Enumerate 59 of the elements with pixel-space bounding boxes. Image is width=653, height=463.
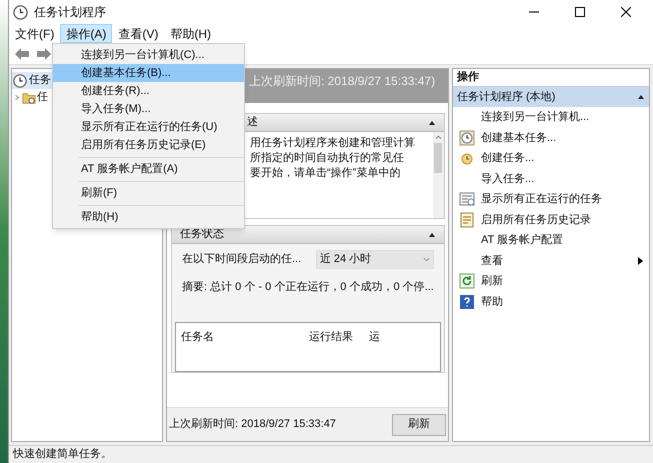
- refresh-button[interactable]: 刷新: [392, 414, 446, 436]
- dropdown-item[interactable]: 刷新(F): [53, 184, 244, 202]
- last-refresh-text: 上次刷新时间: 2018/9/27 15:33:47: [169, 416, 336, 432]
- collapse-icon: [637, 93, 645, 101]
- scrollbar[interactable]: [432, 132, 444, 218]
- action-item[interactable]: 查看: [453, 250, 649, 271]
- dropdown-item[interactable]: AT 服务帐户配置(A): [53, 160, 244, 178]
- expand-chevron-icon: [14, 94, 20, 101]
- period-label: 在以下时间段启动的任...: [182, 252, 302, 268]
- action-item[interactable]: 创建任务...: [453, 148, 649, 168]
- menu-item[interactable]: 操作(A): [60, 24, 112, 43]
- group-header[interactable]: 任务计划程序 (本地): [453, 87, 649, 107]
- menu-item[interactable]: 文件(F): [9, 24, 60, 43]
- app-icon: [13, 4, 28, 20]
- description-text: 用任务计划程序来创建和管理计算: [250, 136, 416, 151]
- action-item[interactable]: 导入任务...: [453, 168, 649, 189]
- collapse-icon: [428, 118, 436, 126]
- scroll-thumb[interactable]: [434, 143, 442, 173]
- column-header[interactable]: 运行结果: [309, 328, 369, 345]
- dropdown-item[interactable]: 连接到另一台计算机(C)...: [53, 46, 244, 64]
- tree-item[interactable]: 任: [12, 89, 48, 106]
- folder-icon: [22, 90, 36, 104]
- back-arrow-icon: [15, 48, 29, 60]
- column-header[interactable]: 运: [369, 328, 380, 345]
- period-dropdown[interactable]: 近 24 小时: [316, 250, 434, 269]
- list-icon: [459, 191, 475, 208]
- forward-arrow-icon: [37, 48, 51, 60]
- back-button[interactable]: [13, 46, 31, 62]
- action-item[interactable]: 帮助: [453, 292, 649, 312]
- action-item[interactable]: AT 服务帐户配置: [453, 230, 649, 250]
- maximize-icon: [575, 7, 585, 17]
- clock-icon: [459, 130, 475, 146]
- action-item[interactable]: 创建基本任务...: [453, 128, 649, 148]
- collapse-icon: [428, 230, 436, 238]
- menu-item[interactable]: 帮助(H): [164, 24, 217, 43]
- action-item[interactable]: 启用所有任务历史记录: [453, 210, 649, 230]
- description-text: 所指定的时间自动执行的常见任: [250, 151, 405, 166]
- menu-item[interactable]: 查看(V): [112, 24, 164, 43]
- section-title: 述: [247, 115, 258, 130]
- dropdown-item[interactable]: 帮助(H): [53, 208, 244, 226]
- scroll-up-icon: [434, 135, 442, 140]
- tree-item[interactable]: 任务: [12, 72, 52, 89]
- summary-text: 摘要: 总计 0 个 - 0 个正在运行，0 个成功，0 个停...: [182, 280, 434, 295]
- help-icon: [459, 294, 475, 310]
- action-item[interactable]: 连接到另一台计算机...: [453, 107, 649, 128]
- submenu-arrow-icon: [638, 256, 643, 265]
- action-item[interactable]: 显示所有正在运行的任务: [453, 189, 649, 210]
- refresh-icon: [459, 273, 475, 290]
- window-title: 任务计划程序: [34, 4, 106, 21]
- dropdown-item[interactable]: 启用所有任务历史记录(E): [53, 136, 244, 154]
- action-item[interactable]: 刷新: [453, 271, 649, 292]
- status-bar: 快速创建简单任务。: [9, 445, 653, 463]
- description-text: 要开始，请单击“操作”菜单中的: [250, 166, 402, 181]
- dropdown-item[interactable]: 创建基本任务(B)...: [53, 64, 244, 82]
- chevron-down-icon: [422, 257, 430, 262]
- forward-button[interactable]: [35, 46, 53, 62]
- log-icon: [459, 212, 475, 228]
- close-icon: [621, 7, 631, 17]
- column-header[interactable]: 任务名: [181, 328, 309, 345]
